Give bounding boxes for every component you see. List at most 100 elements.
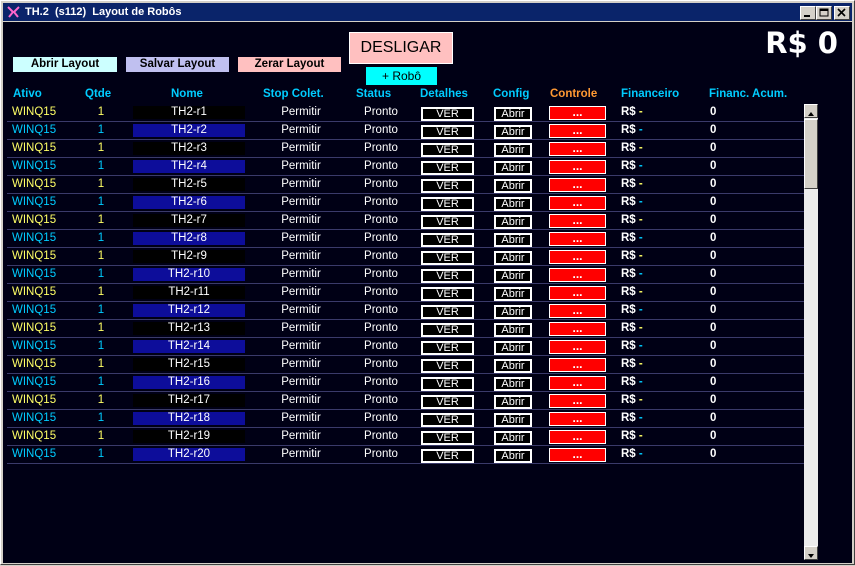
abrir-config-button[interactable]: Abrir [494,107,532,121]
abrir-config-button[interactable]: Abrir [494,215,532,229]
abrir-config-button[interactable]: Abrir [494,179,532,193]
maximize-button[interactable] [816,6,832,20]
ver-button[interactable]: VER [421,323,474,337]
abrir-config-button[interactable]: Abrir [494,125,532,139]
controle-button[interactable]: ... [549,394,606,408]
controle-button[interactable]: ... [549,178,606,192]
fin-value: - [638,160,643,172]
cell-stop-colet[interactable]: Permitir [261,250,341,263]
abrir-config-button[interactable]: Abrir [494,233,532,247]
abrir-config-button[interactable]: Abrir [494,341,532,355]
scroll-down-button[interactable] [804,546,818,560]
cell-stop-colet[interactable]: Permitir [261,430,341,443]
abrir-config-button[interactable]: Abrir [494,449,532,463]
abrir-config-button[interactable]: Abrir [494,269,532,283]
abrir-config-button[interactable]: Abrir [494,395,532,409]
fin-currency: R$ [621,304,636,316]
controle-button[interactable]: ... [549,448,606,462]
abrir-config-button[interactable]: Abrir [494,359,532,373]
cell-stop-colet[interactable]: Permitir [261,358,341,371]
scroll-thumb[interactable] [804,119,818,189]
controle-button[interactable]: ... [549,250,606,264]
controle-button[interactable]: ... [549,232,606,246]
abrir-config-button[interactable]: Abrir [494,377,532,391]
controle-button[interactable]: ... [549,196,606,210]
ver-button[interactable]: VER [421,449,474,463]
cell-stop-colet[interactable]: Permitir [261,322,341,335]
cell-financeiro: R$ - [621,160,643,173]
cell-stop-colet[interactable]: Permitir [261,394,341,407]
cell-stop-colet[interactable]: Permitir [261,412,341,425]
controle-button[interactable]: ... [549,268,606,282]
ver-button[interactable]: VER [421,125,474,139]
ver-button[interactable]: VER [421,197,474,211]
ver-button[interactable]: VER [421,359,474,373]
cell-stop-colet[interactable]: Permitir [261,376,341,389]
controle-button[interactable]: ... [549,376,606,390]
cell-financeiro: R$ - [621,358,643,371]
cell-stop-colet[interactable]: Permitir [261,304,341,317]
cell-stop-colet[interactable]: Permitir [261,106,341,119]
cell-stop-colet[interactable]: Permitir [261,340,341,353]
ver-button[interactable]: VER [421,269,474,283]
controle-button[interactable]: ... [549,304,606,318]
cell-stop-colet[interactable]: Permitir [261,268,341,281]
ver-button[interactable]: VER [421,161,474,175]
ver-button[interactable]: VER [421,179,474,193]
vertical-scrollbar[interactable] [804,104,818,560]
ver-button[interactable]: VER [421,107,474,121]
abrir-config-button[interactable]: Abrir [494,431,532,445]
controle-button[interactable]: ... [549,106,606,120]
controle-button[interactable]: ... [549,430,606,444]
abrir-config-button[interactable]: Abrir [494,323,532,337]
ver-button[interactable]: VER [421,233,474,247]
abrir-config-button[interactable]: Abrir [494,251,532,265]
abrir-config-button[interactable]: Abrir [494,413,532,427]
close-button[interactable] [834,6,850,20]
minimize-button[interactable] [800,6,816,20]
ver-button[interactable]: VER [421,431,474,445]
add-robo-button[interactable]: + Robô [366,67,437,85]
ver-button[interactable]: VER [421,143,474,157]
controle-button[interactable]: ... [549,358,606,372]
title-bar[interactable]: TH.2 (s112) Layout de Robôs [3,3,852,21]
fin-value: - [638,178,643,190]
ver-button[interactable]: VER [421,251,474,265]
ver-button[interactable]: VER [421,413,474,427]
cell-stop-colet[interactable]: Permitir [261,196,341,209]
abrir-config-button[interactable]: Abrir [494,161,532,175]
abrir-config-button[interactable]: Abrir [494,287,532,301]
ver-button[interactable]: VER [421,341,474,355]
cell-stop-colet[interactable]: Permitir [261,214,341,227]
controle-button[interactable]: ... [549,322,606,336]
controle-button[interactable]: ... [549,412,606,426]
controle-button[interactable]: ... [549,340,606,354]
cell-stop-colet[interactable]: Permitir [261,124,341,137]
controle-button[interactable]: ... [549,160,606,174]
cell-stop-colet[interactable]: Permitir [261,178,341,191]
ver-button[interactable]: VER [421,395,474,409]
scroll-up-button[interactable] [804,104,818,118]
controle-button[interactable]: ... [549,286,606,300]
cell-stop-colet[interactable]: Permitir [261,160,341,173]
abrir-config-button[interactable]: Abrir [494,305,532,319]
cell-ativo: WINQ15 [12,322,57,334]
controle-button[interactable]: ... [549,142,606,156]
ver-button[interactable]: VER [421,305,474,319]
ver-button[interactable]: VER [421,377,474,391]
desligar-button[interactable]: DESLIGAR [349,32,453,64]
abrir-config-button[interactable]: Abrir [494,143,532,157]
ver-button[interactable]: VER [421,215,474,229]
cell-ativo: WINQ15 [12,448,57,460]
cell-stop-colet[interactable]: Permitir [261,232,341,245]
abrir-layout-button[interactable]: Abrir Layout [13,57,117,72]
salvar-layout-button[interactable]: Salvar Layout [126,57,229,72]
cell-stop-colet[interactable]: Permitir [261,142,341,155]
cell-stop-colet[interactable]: Permitir [261,286,341,299]
abrir-config-button[interactable]: Abrir [494,197,532,211]
zerar-layout-button[interactable]: Zerar Layout [238,57,341,72]
controle-button[interactable]: ... [549,124,606,138]
ver-button[interactable]: VER [421,287,474,301]
controle-button[interactable]: ... [549,214,606,228]
cell-stop-colet[interactable]: Permitir [261,448,341,461]
